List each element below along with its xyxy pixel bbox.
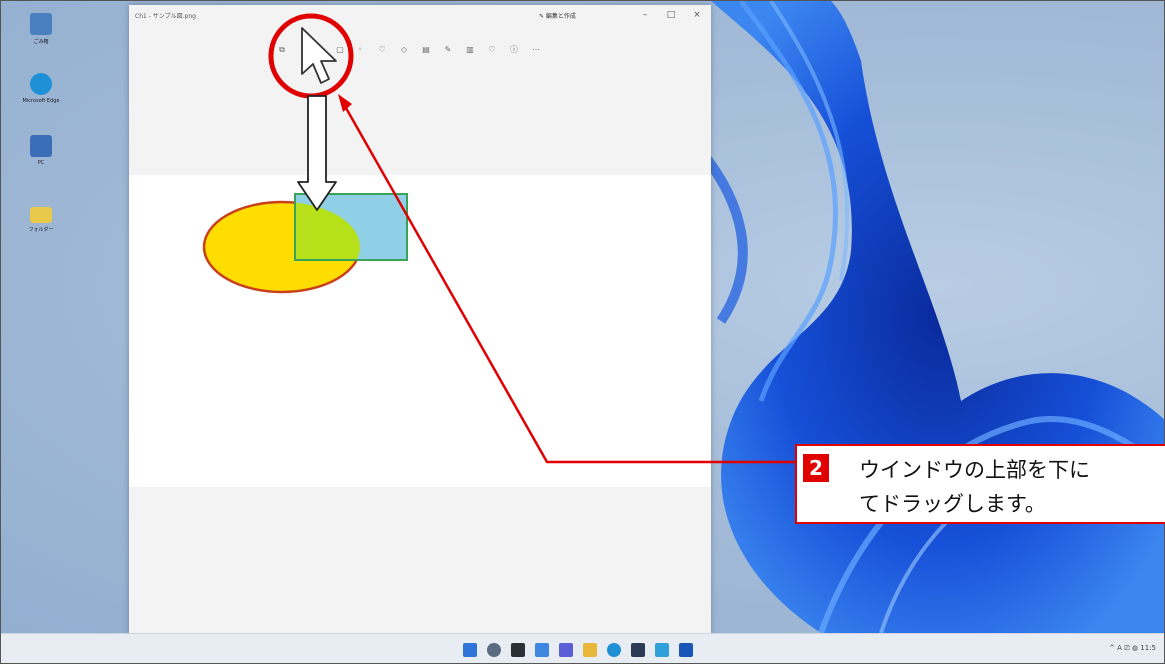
favorite-icon[interactable]: ♡ [377, 45, 387, 55]
desktop-icon-folder[interactable]: フォルダー [17, 201, 65, 233]
system-tray[interactable]: ^ A ⎚ ◍ 11:5 [1109, 644, 1156, 653]
image-canvas [129, 175, 711, 487]
print-icon[interactable]: ▤ [421, 45, 431, 55]
close-button[interactable]: × [687, 8, 707, 22]
callout-line-2: てドラッグします。 [859, 492, 1046, 516]
desktop-icon-label: フォルダー [28, 227, 54, 233]
screenshot-frame: ごみ箱 Microsoft Edge PC フォルダー Ch1 - サンプル図.… [0, 0, 1165, 664]
folder-icon [30, 207, 52, 223]
edge-icon [30, 73, 52, 95]
photos-icon[interactable] [655, 643, 669, 657]
wallpaper-bloom [701, 1, 1164, 633]
image-toolbar: ⧉ ▢ ◦ ♡ ◇ ▤ ✎ ▥ ♡ ⓘ ⋯ [271, 37, 571, 65]
desktop-icon-recycle-bin[interactable]: ごみ箱 [17, 13, 65, 45]
minimize-button[interactable]: – [635, 8, 655, 22]
maximize-button[interactable]: □ [661, 8, 681, 22]
tag-icon[interactable]: ◇ [399, 45, 409, 55]
explorer-icon[interactable] [583, 643, 597, 657]
desktop-icon-label: Microsoft Edge [22, 98, 60, 104]
delete-icon[interactable]: ◦ [355, 45, 365, 55]
edit-and-create-button[interactable]: ✎ 編集と作成 [539, 11, 576, 20]
start-icon[interactable] [463, 643, 477, 657]
edge-icon[interactable] [607, 643, 621, 657]
chat-icon[interactable] [559, 643, 573, 657]
taskbar: ^ A ⎚ ◍ 11:5 [1, 633, 1164, 663]
heart-icon[interactable]: ♡ [487, 45, 497, 55]
share-icon[interactable]: ▥ [465, 45, 475, 55]
step-number-badge: 2 [803, 454, 829, 482]
instruction-callout: 2 ウインドウの上部を下に てドラッグします。 [795, 444, 1165, 524]
title-bar[interactable]: Ch1 - サンプル図.png ✎ 編集と作成 – □ × [129, 5, 711, 27]
recycle-bin-icon [30, 13, 52, 35]
rotate-icon[interactable]: ▢ [335, 45, 345, 55]
desktop-icon-label: ごみ箱 [33, 39, 49, 45]
task-view-icon[interactable] [511, 643, 525, 657]
desktop-icon-label: PC [37, 160, 45, 166]
desktop-icon-pc[interactable]: PC [17, 135, 65, 166]
image-shapes [202, 193, 408, 294]
photos-app-window[interactable]: Ch1 - サンプル図.png ✎ 編集と作成 – □ × ⧉ ▢ ◦ ♡ ◇ … [129, 5, 711, 635]
app-icon[interactable] [679, 643, 693, 657]
more-icon[interactable]: ⋯ [531, 45, 541, 55]
pc-icon [30, 135, 52, 157]
draw-icon[interactable]: ✎ [443, 45, 453, 55]
crop-icon[interactable]: ⧉ [277, 45, 287, 55]
search-icon[interactable] [487, 643, 501, 657]
store-icon[interactable] [631, 643, 645, 657]
info-icon[interactable]: ⓘ [509, 45, 519, 55]
callout-line-1: ウインドウの上部を下に [859, 458, 1090, 482]
window-title: Ch1 - サンプル図.png [135, 13, 196, 20]
desktop-icon-edge[interactable]: Microsoft Edge [17, 73, 65, 104]
widgets-icon[interactable] [535, 643, 549, 657]
